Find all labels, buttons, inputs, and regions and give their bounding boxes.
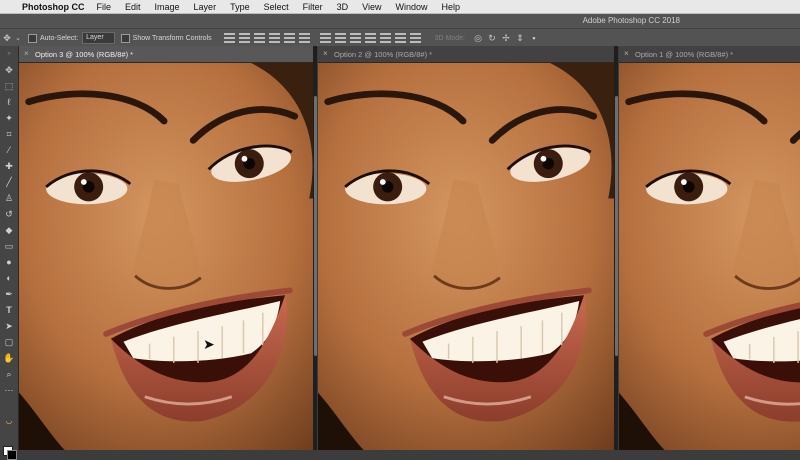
align-right-icon[interactable] — [298, 33, 310, 43]
3d-slide-icon[interactable]: ⇕ — [513, 32, 527, 44]
pen-tool-icon[interactable]: ✒ — [2, 288, 16, 301]
close-icon[interactable]: × — [24, 49, 29, 58]
background-color-swatch[interactable] — [7, 450, 17, 460]
menu-3d[interactable]: 3D — [337, 2, 349, 12]
panel-collapse-icon[interactable]: » — [2, 48, 16, 61]
eraser-tool-icon[interactable]: ◆ — [2, 224, 16, 237]
3d-orbit-icon[interactable]: ◎ — [471, 32, 485, 44]
tools-panel: » ✥ ⬚ ℓ ✦ ⌗ ⁄ ✚ ╱ ♙ ↺ ◆ ▭ ● ◐ ✒ T ➤ ▢ ✋ … — [0, 46, 19, 460]
brush-tool-icon[interactable]: ╱ — [2, 176, 16, 189]
marquee-tool-icon[interactable]: ⬚ — [2, 80, 16, 93]
window-titlebar: Adobe Photoshop CC 2018 — [0, 14, 800, 28]
menu-window[interactable]: Window — [395, 2, 427, 12]
show-transform-label: Show Transform Controls — [132, 34, 212, 42]
gradient-tool-icon[interactable]: ▭ — [2, 240, 16, 253]
lasso-tool-icon[interactable]: ℓ — [2, 96, 16, 109]
document-window-option-2[interactable]: × Option 2 @ 100% (RGB/8#) * — [318, 46, 614, 450]
auto-align-layers-icon[interactable] — [409, 33, 421, 43]
rectangle-tool-icon[interactable]: ▢ — [2, 336, 16, 349]
document-tab-option-3[interactable]: × Option 3 @ 100% (RGB/8#) * — [19, 46, 313, 63]
zoom-tool-icon[interactable]: ⌕ — [2, 368, 16, 381]
3d-drag-icon[interactable]: ✢ — [499, 32, 513, 44]
document-tab-label: Option 1 @ 100% (RGB/8#) * — [635, 50, 734, 59]
close-icon[interactable]: × — [624, 49, 629, 58]
document-canvas[interactable] — [19, 63, 313, 450]
crop-tool-icon[interactable]: ⌗ — [2, 128, 16, 141]
document-window-option-3[interactable]: × Option 3 @ 100% (RGB/8#) * ➤ — [19, 46, 313, 450]
document-tab-label: Option 2 @ 100% (RGB/8#) * — [334, 50, 433, 59]
portrait-image — [19, 63, 313, 450]
hand-tool-icon[interactable]: ✋ — [2, 352, 16, 365]
distribute-horizontal-center-icon[interactable] — [379, 33, 391, 43]
menu-edit[interactable]: Edit — [125, 2, 141, 12]
scrollbar[interactable] — [314, 96, 317, 356]
3d-mode-label: 3D Mode: — [434, 34, 465, 42]
chevron-down-icon[interactable]: ⌄ — [14, 32, 22, 44]
document-tab-option-1[interactable]: × Option 1 @ 100% (RGB/8#) * — [619, 46, 800, 63]
move-tool-preset-icon[interactable]: ✥ — [0, 32, 14, 44]
options-bar: ✥ ⌄ Auto-Select: Layer Show Transform Co… — [0, 28, 800, 48]
show-transform-checkbox[interactable] — [120, 33, 130, 43]
distribute-vertical-center-icon[interactable] — [334, 33, 346, 43]
document-canvas[interactable] — [318, 63, 614, 450]
menu-view[interactable]: View — [362, 2, 381, 12]
scrollbar[interactable] — [615, 96, 618, 356]
align-left-icon[interactable] — [268, 33, 280, 43]
portrait-image — [619, 63, 800, 450]
blur-tool-icon[interactable]: ● — [2, 256, 16, 269]
auto-select-label: Auto-Select: — [40, 34, 79, 42]
window-title: Adobe Photoshop CC 2018 — [582, 16, 680, 25]
menu-image[interactable]: Image — [155, 2, 180, 12]
menu-select[interactable]: Select — [264, 2, 289, 12]
magic-wand-tool-icon[interactable]: ✦ — [2, 112, 16, 125]
move-tool-icon[interactable]: ✥ — [2, 64, 16, 77]
menu-filter[interactable]: Filter — [303, 2, 323, 12]
document-window-option-1[interactable]: × Option 1 @ 100% (RGB/8#) * — [619, 46, 800, 450]
dodge-tool-icon[interactable]: ◐ — [2, 272, 16, 285]
auto-select-checkbox[interactable] — [28, 33, 37, 43]
history-brush-tool-icon[interactable]: ↺ — [2, 208, 16, 221]
menu-type[interactable]: Type — [230, 2, 250, 12]
menu-app-name[interactable]: Photoshop CC — [22, 2, 85, 12]
align-vertical-center-icon[interactable] — [238, 33, 250, 43]
3d-scale-icon[interactable]: ▪ — [527, 32, 541, 44]
align-horizontal-center-icon[interactable] — [283, 33, 295, 43]
mac-menubar: Photoshop CC File Edit Image Layer Type … — [0, 0, 800, 14]
auto-select-dropdown[interactable]: Layer — [82, 32, 115, 44]
clone-stamp-tool-icon[interactable]: ♙ — [2, 192, 16, 205]
distribute-top-icon[interactable] — [319, 33, 331, 43]
type-tool-icon[interactable]: T — [2, 304, 16, 317]
eyedropper-tool-icon[interactable]: ⁄ — [2, 144, 16, 157]
edit-toolbar-icon[interactable]: ⋯ — [2, 384, 16, 397]
menu-help[interactable]: Help — [441, 2, 460, 12]
document-canvas[interactable] — [619, 63, 800, 450]
portrait-image — [318, 63, 614, 450]
close-icon[interactable]: × — [323, 49, 328, 58]
menu-file[interactable]: File — [97, 2, 112, 12]
document-tab-label: Option 3 @ 100% (RGB/8#) * — [35, 50, 134, 59]
healing-brush-tool-icon[interactable]: ✚ — [2, 160, 16, 173]
align-top-icon[interactable] — [223, 33, 235, 43]
3d-roll-icon[interactable]: ↻ — [485, 32, 499, 44]
distribute-bottom-icon[interactable] — [349, 33, 361, 43]
distribute-left-icon[interactable] — [364, 33, 376, 43]
move-cursor-icon: ➤ — [203, 336, 215, 352]
align-bottom-icon[interactable] — [253, 33, 265, 43]
path-selection-tool-icon[interactable]: ➤ — [2, 320, 16, 333]
distribute-right-icon[interactable] — [394, 33, 406, 43]
menu-layer[interactable]: Layer — [194, 2, 217, 12]
document-tab-option-2[interactable]: × Option 2 @ 100% (RGB/8#) * — [318, 46, 614, 63]
default-colors-icon[interactable]: ◡ — [2, 414, 16, 427]
